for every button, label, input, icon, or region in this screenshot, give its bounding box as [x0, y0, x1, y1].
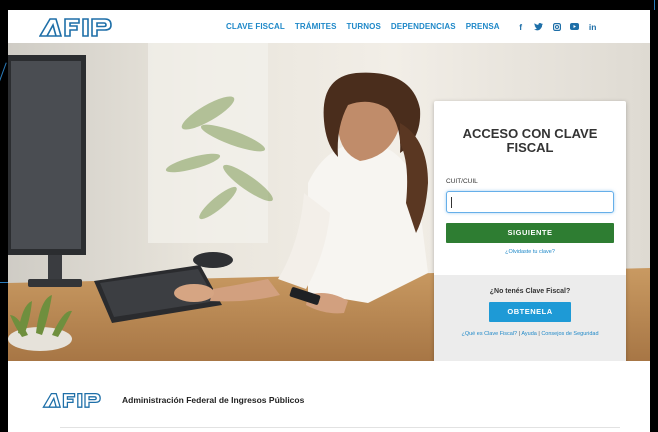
org-name: Administración Federal de Ingresos Públi…: [122, 395, 305, 405]
nav-clave-fiscal[interactable]: CLAVE FISCAL: [226, 22, 285, 31]
footer-divider: [60, 427, 620, 428]
nav-prensa[interactable]: PRENSA: [466, 22, 500, 31]
link-separator: |: [538, 331, 540, 337]
link-separator: |: [518, 331, 521, 337]
nav-dependencias[interactable]: DEPENDENCIAS: [391, 22, 456, 31]
obtenela-button[interactable]: OBTENELA: [489, 302, 571, 322]
afip-page: CLAVE FISCAL TRÁMITES TURNOS DEPENDENCIA…: [8, 10, 650, 432]
twitter-icon[interactable]: [530, 22, 548, 31]
main-nav: CLAVE FISCAL TRÁMITES TURNOS DEPENDENCIA…: [226, 10, 602, 43]
youtube-icon[interactable]: [566, 23, 584, 30]
consejos-seguridad-link[interactable]: Consejos de Seguridad: [541, 331, 598, 337]
site-footer: Administración Federal de Ingresos Públi…: [8, 361, 650, 432]
hero-image: ACCESO CON CLAVE FISCAL CUIT/CUIL SIGUIE…: [8, 43, 650, 361]
linkedin-icon[interactable]: in: [584, 22, 602, 32]
cuit-input[interactable]: [446, 191, 614, 213]
nav-turnos[interactable]: TURNOS: [347, 22, 381, 31]
que-es-clave-fiscal-link[interactable]: ¿Qué es Clave Fiscal?: [461, 331, 517, 337]
help-links: ¿Qué es Clave Fiscal? | Ayuda | Consejos…: [454, 330, 606, 339]
siguiente-button[interactable]: SIGUIENTE: [446, 223, 614, 243]
forgot-password-link[interactable]: ¿Olvidaste tu clave?: [434, 249, 626, 255]
facebook-icon[interactable]: f: [512, 22, 530, 32]
afip-footer-logo[interactable]: [40, 392, 114, 408]
nav-tramites[interactable]: TRÁMITES: [295, 22, 337, 31]
no-clave-text: ¿No tenés Clave Fiscal?: [489, 288, 571, 295]
signup-section: ¿No tenés Clave Fiscal? OBTENELA ¿Qué es…: [434, 275, 626, 361]
site-header: CLAVE FISCAL TRÁMITES TURNOS DEPENDENCIA…: [8, 10, 650, 43]
ayuda-link[interactable]: Ayuda: [521, 331, 537, 337]
social-links: f in: [512, 22, 602, 32]
cuit-label: CUIT/CUIL: [446, 178, 478, 185]
frame-top-border: [0, 0, 658, 10]
connector-line: [0, 282, 8, 283]
instagram-icon[interactable]: [548, 22, 566, 31]
text-caret: [451, 197, 452, 208]
login-card: ACCESO CON CLAVE FISCAL CUIT/CUIL SIGUIE…: [434, 101, 626, 361]
login-title: ACCESO CON CLAVE FISCAL: [462, 126, 598, 155]
connector-line: [654, 0, 655, 10]
frame-right-border: [650, 0, 658, 432]
afip-logo[interactable]: [39, 17, 125, 37]
